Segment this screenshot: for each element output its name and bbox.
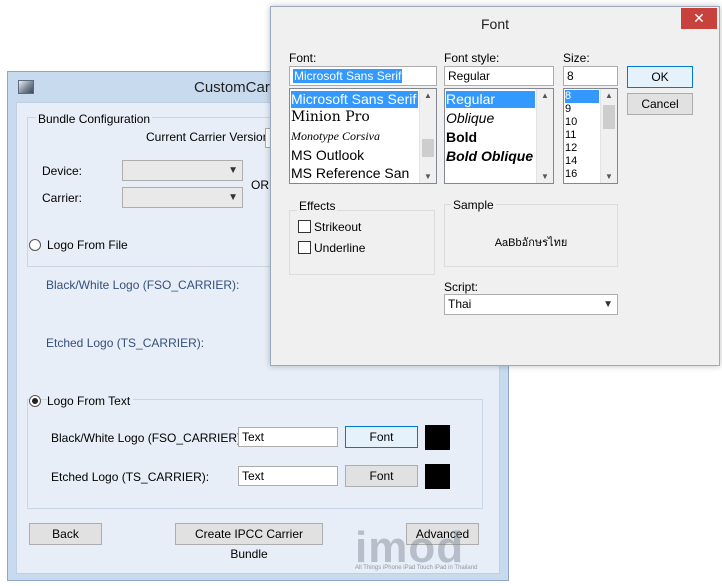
bundle-config-heading: Bundle Configuration <box>36 112 153 126</box>
font-list-scrollbar[interactable]: ▲ ▼ <box>419 89 436 183</box>
logo-from-text-radio[interactable] <box>29 395 41 407</box>
font-family-label: Font: <box>289 51 317 65</box>
carrier-select[interactable]: ▼ <box>122 187 243 208</box>
strikeout-checkbox[interactable] <box>298 220 311 233</box>
logo-from-text-label: Logo From Text <box>47 394 134 408</box>
dialog-title: Font <box>480 16 509 32</box>
script-select-value: Thai <box>448 297 472 311</box>
scroll-thumb[interactable] <box>422 139 434 157</box>
strikeout-label: Strikeout <box>314 220 362 234</box>
scroll-down-icon[interactable]: ▼ <box>601 172 617 181</box>
list-item[interactable]: Minion Pro <box>291 109 370 125</box>
list-item[interactable]: 12 <box>565 142 577 155</box>
list-item[interactable]: Bold <box>446 129 477 145</box>
list-item[interactable]: 8 <box>565 90 599 103</box>
logo-from-file-label: Logo From File <box>47 238 128 252</box>
font-size-list[interactable]: 8 9 10 11 12 14 16 ▲ ▼ <box>563 88 618 184</box>
etched-logo-file-label: Etched Logo (TS_CARRIER): <box>46 336 205 350</box>
list-item[interactable]: 11 <box>565 129 576 142</box>
bw-logo-file-label: Black/White Logo (FSO_CARRIER): <box>46 278 240 292</box>
carrier-label: Carrier: <box>42 191 83 205</box>
font-size-label: Size: <box>563 51 590 65</box>
list-item[interactable]: MS Outlook <box>291 147 364 163</box>
window-title: CustomCarr <box>194 79 275 96</box>
font-family-list[interactable]: Microsoft Sans Serif Minion Pro Monotype… <box>289 88 437 184</box>
font-family-input-text: Microsoft Sans Serif <box>293 69 403 83</box>
scroll-down-icon[interactable]: ▼ <box>537 172 553 181</box>
list-item[interactable]: 14 <box>565 155 577 168</box>
chevron-down-icon: ▼ <box>228 192 238 203</box>
sample-label: Sample <box>451 198 496 212</box>
app-icon <box>18 80 34 94</box>
current-version-label: Current Carrier Version: <box>146 130 273 144</box>
script-select[interactable]: Thai ▼ <box>444 294 618 315</box>
device-select[interactable]: ▼ <box>122 160 243 181</box>
list-item[interactable]: Regular <box>446 91 535 108</box>
etched-color-swatch[interactable] <box>425 464 450 489</box>
scroll-thumb[interactable] <box>603 105 615 129</box>
etched-logo-text-label: Etched Logo (TS_CARRIER): <box>51 470 210 484</box>
underline-checkbox[interactable] <box>298 241 311 254</box>
font-style-label: Font style: <box>444 51 500 65</box>
logo-from-text-group <box>27 399 483 509</box>
cancel-button[interactable]: Cancel <box>627 93 693 115</box>
style-list-scrollbar[interactable]: ▲ ▼ <box>536 89 553 183</box>
list-item[interactable]: Oblique <box>446 110 494 126</box>
scroll-up-icon[interactable]: ▲ <box>420 91 436 100</box>
watermark-tagline: All Things iPhone iPad Touch iPad in Tha… <box>355 565 478 571</box>
list-item[interactable]: 16 <box>565 168 577 181</box>
list-item[interactable]: Bold Oblique <box>446 148 533 164</box>
size-list-scrollbar[interactable]: ▲ ▼ <box>600 89 617 183</box>
list-item[interactable]: 9 <box>565 103 571 116</box>
etched-font-button[interactable]: Font <box>345 465 418 487</box>
bw-logo-text-input[interactable]: Text <box>238 427 338 447</box>
logo-from-file-radio[interactable] <box>29 239 41 251</box>
font-dialog: Font ✕ Font: Microsoft Sans Serif Micros… <box>270 6 720 366</box>
scroll-down-icon[interactable]: ▼ <box>420 172 436 181</box>
sample-preview: AaBbอักษรไทย <box>494 237 568 249</box>
back-button[interactable]: Back <box>29 523 102 545</box>
list-item[interactable]: Monotype Corsiva <box>291 129 380 144</box>
font-style-input[interactable]: Regular <box>444 66 554 86</box>
etched-logo-text-input[interactable]: Text <box>238 466 338 486</box>
font-size-input[interactable]: 8 <box>563 66 618 86</box>
list-item[interactable]: Microsoft Sans Serif <box>291 91 418 108</box>
chevron-down-icon: ▼ <box>228 165 238 176</box>
or-label: OR <box>251 178 269 192</box>
device-label: Device: <box>42 164 83 178</box>
list-item[interactable]: MS Reference San <box>291 165 409 181</box>
bw-logo-text-label: Black/White Logo (FSO_CARRIER): <box>51 431 245 445</box>
bw-color-swatch[interactable] <box>425 425 450 450</box>
effects-label: Effects <box>297 199 338 213</box>
bw-font-button[interactable]: Font <box>345 426 418 448</box>
close-icon[interactable]: ✕ <box>681 8 717 29</box>
create-ipcc-bundle-button[interactable]: Create IPCC Carrier Bundle <box>175 523 323 561</box>
chevron-down-icon: ▼ <box>603 299 613 310</box>
font-style-list[interactable]: Regular Oblique Bold Bold Oblique ▲ ▼ <box>444 88 554 184</box>
scroll-up-icon[interactable]: ▲ <box>537 91 553 100</box>
ok-button[interactable]: OK <box>627 66 693 88</box>
list-item[interactable]: 10 <box>565 116 577 129</box>
script-label: Script: <box>444 280 479 294</box>
scroll-up-icon[interactable]: ▲ <box>601 91 617 100</box>
underline-label: Underline <box>314 241 366 255</box>
font-family-input[interactable]: Microsoft Sans Serif <box>289 66 437 86</box>
